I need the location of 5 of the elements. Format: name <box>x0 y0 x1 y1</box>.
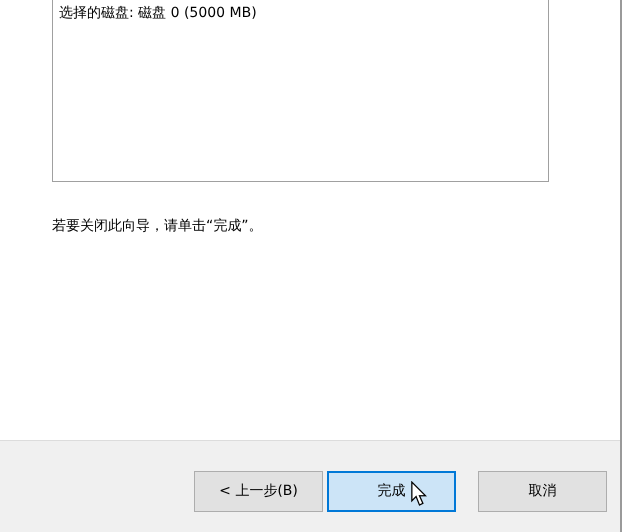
finish-button[interactable]: 完成 <box>327 471 456 512</box>
instruction-text: 若要关闭此向导，请单击“完成”。 <box>52 217 264 236</box>
back-button[interactable]: < 上一步(B) <box>194 471 323 512</box>
cancel-button[interactable]: 取消 <box>478 471 607 512</box>
summary-text: 选择的磁盘: 磁盘 0 (5000 MB) <box>59 5 257 21</box>
